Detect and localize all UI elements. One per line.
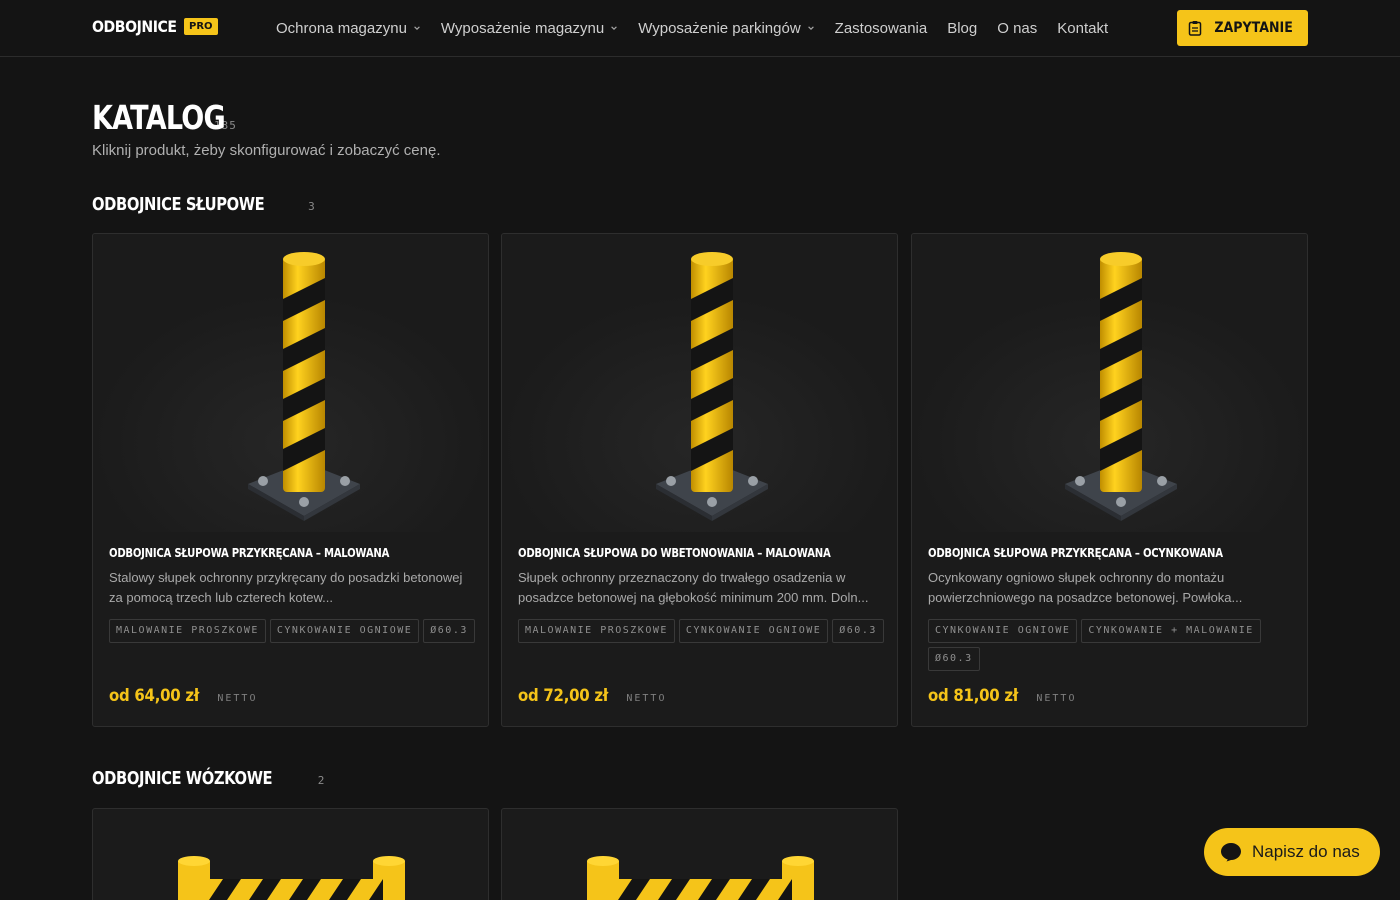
section-heading: ODBOJNICE SŁUPOWE 3 <box>92 194 315 215</box>
price-row: od 64,00 zł NETTO <box>109 686 257 706</box>
section-count: 3 <box>308 200 315 213</box>
chat-bubble-icon <box>1221 843 1241 862</box>
product-name: ODBOJNICA SŁUPOWA PRZYKRĘCANA – OCYNKOWA… <box>928 546 1223 560</box>
chevron-down-icon <box>807 26 814 30</box>
price-suffix: NETTO <box>217 693 258 704</box>
page-heading: KATALOG 135 <box>92 98 237 137</box>
product-tag: CYNKOWANIE + MALOWANIE <box>1081 619 1261 643</box>
chat-button[interactable]: Napisz do nas <box>1204 828 1380 876</box>
product-description: Ocynkowany ogniowo słupek ochronny do mo… <box>928 570 1243 605</box>
product-name: ODBOJNICA SŁUPOWA PRZYKRĘCANA – MALOWANA <box>109 546 390 560</box>
chevron-down-icon <box>414 26 420 30</box>
nav-item-label: Zastosowania <box>834 19 928 37</box>
product-tags: CYNKOWANIE OGNIOWE CYNKOWANIE + MALOWANI… <box>928 619 1298 671</box>
product-tag: CYNKOWANIE OGNIOWE <box>678 619 829 643</box>
price-row: od 81,00 zł NETTO <box>928 686 1076 706</box>
product-card[interactable]: ODBOJNICA SŁUPOWA PRZYKRĘCANA – OCYNKOWA… <box>911 233 1308 727</box>
nav-item-ochrona-magazynu[interactable]: Ochrona magazynu <box>276 20 421 37</box>
logo[interactable]: ODBOJNICE PRO <box>92 17 218 36</box>
logo-badge: PRO <box>184 18 218 35</box>
product-tag: CYNKOWANIE OGNIOWE <box>269 619 420 643</box>
product-tag: MALOWANIE PROSZKOWE <box>109 619 266 643</box>
product-card[interactable]: ODBOJNICA SŁUPOWA DO WBETONOWANIA – MALO… <box>501 233 898 727</box>
bollard-image <box>93 234 488 532</box>
product-tag: Ø60.3 <box>832 619 884 643</box>
bollard-image <box>912 234 1307 532</box>
nav-item-label: Kontakt <box>1057 19 1109 37</box>
nav-item-label: Blog <box>947 19 978 37</box>
product-tags: MALOWANIE PROSZKOWE CYNKOWANIE OGNIOWE Ø… <box>109 619 479 643</box>
nav-item-zastosowania[interactable]: Zastosowania <box>835 20 928 37</box>
section-title: ODBOJNICE SŁUPOWE <box>92 194 265 215</box>
inquiry-button[interactable]: ZAPYTANIE <box>1177 10 1308 46</box>
product-name: ODBOJNICA SŁUPOWA DO WBETONOWANIA – MALO… <box>518 546 831 560</box>
clipboard-icon <box>1188 21 1202 36</box>
price-suffix: NETTO <box>1036 693 1077 704</box>
product-tag: CYNKOWANIE OGNIOWE <box>928 619 1078 643</box>
chevron-down-icon <box>611 26 617 30</box>
product-tag: Ø60.3 <box>928 647 980 671</box>
product-price: od 72,00 zł <box>518 686 609 706</box>
product-description: Stalowy słupek ochronny przykręcany do p… <box>109 570 463 605</box>
page-title: KATALOG <box>92 98 226 137</box>
chat-button-label: Napisz do nas <box>1252 842 1360 861</box>
inquiry-button-label: ZAPYTANIE <box>1214 20 1293 36</box>
main-nav: Ochrona magazynu Wyposażenie magazynu Wy… <box>276 0 1108 56</box>
nav-item-o-nas[interactable]: O nas <box>997 20 1037 37</box>
section-title: ODBOJNICE WÓZKOWE <box>92 768 273 789</box>
product-tag: MALOWANIE PROSZKOWE <box>518 619 675 643</box>
logo-text: ODBOJNICE <box>92 17 177 36</box>
nav-item-wyposazenie-parkingow[interactable]: Wyposażenie parkingów <box>638 20 814 37</box>
bollard-image <box>502 234 897 532</box>
product-card[interactable]: ODBOJNICA SŁUPOWA PRZYKRĘCANA – MALOWANA… <box>92 233 489 727</box>
product-tag: Ø60.3 <box>423 619 475 643</box>
price-row: od 72,00 zł NETTO <box>518 686 666 706</box>
barrier-image <box>178 856 405 900</box>
section-heading: ODBOJNICE WÓZKOWE 2 <box>92 768 324 789</box>
product-card[interactable] <box>92 808 489 900</box>
price-suffix: NETTO <box>626 693 667 704</box>
nav-item-blog[interactable]: Blog <box>947 20 977 37</box>
section-count: 2 <box>317 774 325 787</box>
product-price: od 81,00 zł <box>928 686 1019 706</box>
product-description: Słupek ochronny przeznaczony do trwałego… <box>518 570 869 605</box>
product-card[interactable] <box>501 808 898 900</box>
nav-item-label: O nas <box>997 19 1038 37</box>
nav-item-label: Wyposażenie magazynu <box>440 19 605 37</box>
product-tags: MALOWANIE PROSZKOWE CYNKOWANIE OGNIOWE Ø… <box>518 619 888 643</box>
barrier-image <box>587 856 814 900</box>
nav-item-label: Ochrona magazynu <box>276 19 407 37</box>
product-price: od 64,00 zł <box>109 686 200 706</box>
site-header: ODBOJNICE PRO Ochrona magazynu Wyposażen… <box>0 0 1400 57</box>
nav-item-kontakt[interactable]: Kontakt <box>1057 20 1108 37</box>
nav-item-wyposazenie-magazynu[interactable]: Wyposażenie magazynu <box>441 20 618 37</box>
nav-item-label: Wyposażenie parkingów <box>638 19 801 37</box>
page-subtitle: Kliknij produkt, żeby skonfigurować i zo… <box>92 142 441 159</box>
